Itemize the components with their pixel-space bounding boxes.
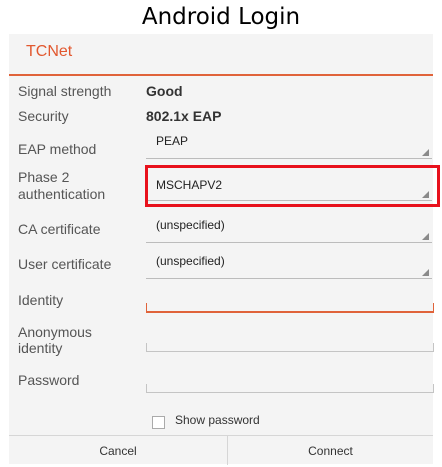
anonymous-identity-label-line1: Anonymous [18, 324, 92, 340]
identity-input[interactable] [146, 303, 434, 313]
eap-method-spinner[interactable]: PEAP [146, 130, 432, 159]
phase2-label-line2: authentication [18, 186, 106, 202]
wifi-config-dialog: TCNet Signal strength Good Security 802.… [9, 34, 434, 465]
password-label: Password [18, 372, 80, 388]
password-input[interactable] [146, 384, 434, 393]
title-divider [9, 74, 433, 76]
security-value: 802.1x EAP [146, 108, 222, 124]
identity-label: Identity [18, 292, 64, 308]
show-password-checkbox[interactable] [152, 416, 165, 429]
signal-strength-value: Good [146, 83, 183, 99]
ca-certificate-spinner[interactable]: (unspecified) [146, 214, 432, 243]
phase2-label-line1: Phase 2 [18, 169, 70, 185]
eap-method-value: PEAP [156, 134, 189, 148]
eap-method-label: EAP method [18, 141, 97, 157]
phase2-highlight-box [145, 165, 440, 207]
dialog-button-bar: Cancel Connect [9, 435, 433, 465]
spinner-arrow-icon [422, 269, 429, 276]
user-certificate-label: User certificate [18, 256, 112, 272]
connect-button[interactable]: Connect [228, 436, 433, 465]
cancel-button[interactable]: Cancel [9, 436, 228, 465]
page-caption: Android Login [141, 4, 301, 30]
spinner-arrow-icon [422, 149, 429, 156]
anonymous-identity-input[interactable] [146, 343, 434, 352]
user-certificate-value: (unspecified) [156, 254, 225, 268]
dialog-title: TCNet [26, 43, 73, 60]
security-label: Security [18, 108, 69, 124]
show-password-label[interactable]: Show password [175, 413, 260, 427]
ca-certificate-value: (unspecified) [156, 218, 225, 232]
ca-certificate-label: CA certificate [18, 221, 101, 237]
spinner-arrow-icon [422, 233, 429, 240]
signal-strength-label: Signal strength [18, 83, 112, 99]
anonymous-identity-label-line2: identity [18, 340, 63, 356]
user-certificate-spinner[interactable]: (unspecified) [146, 250, 432, 279]
